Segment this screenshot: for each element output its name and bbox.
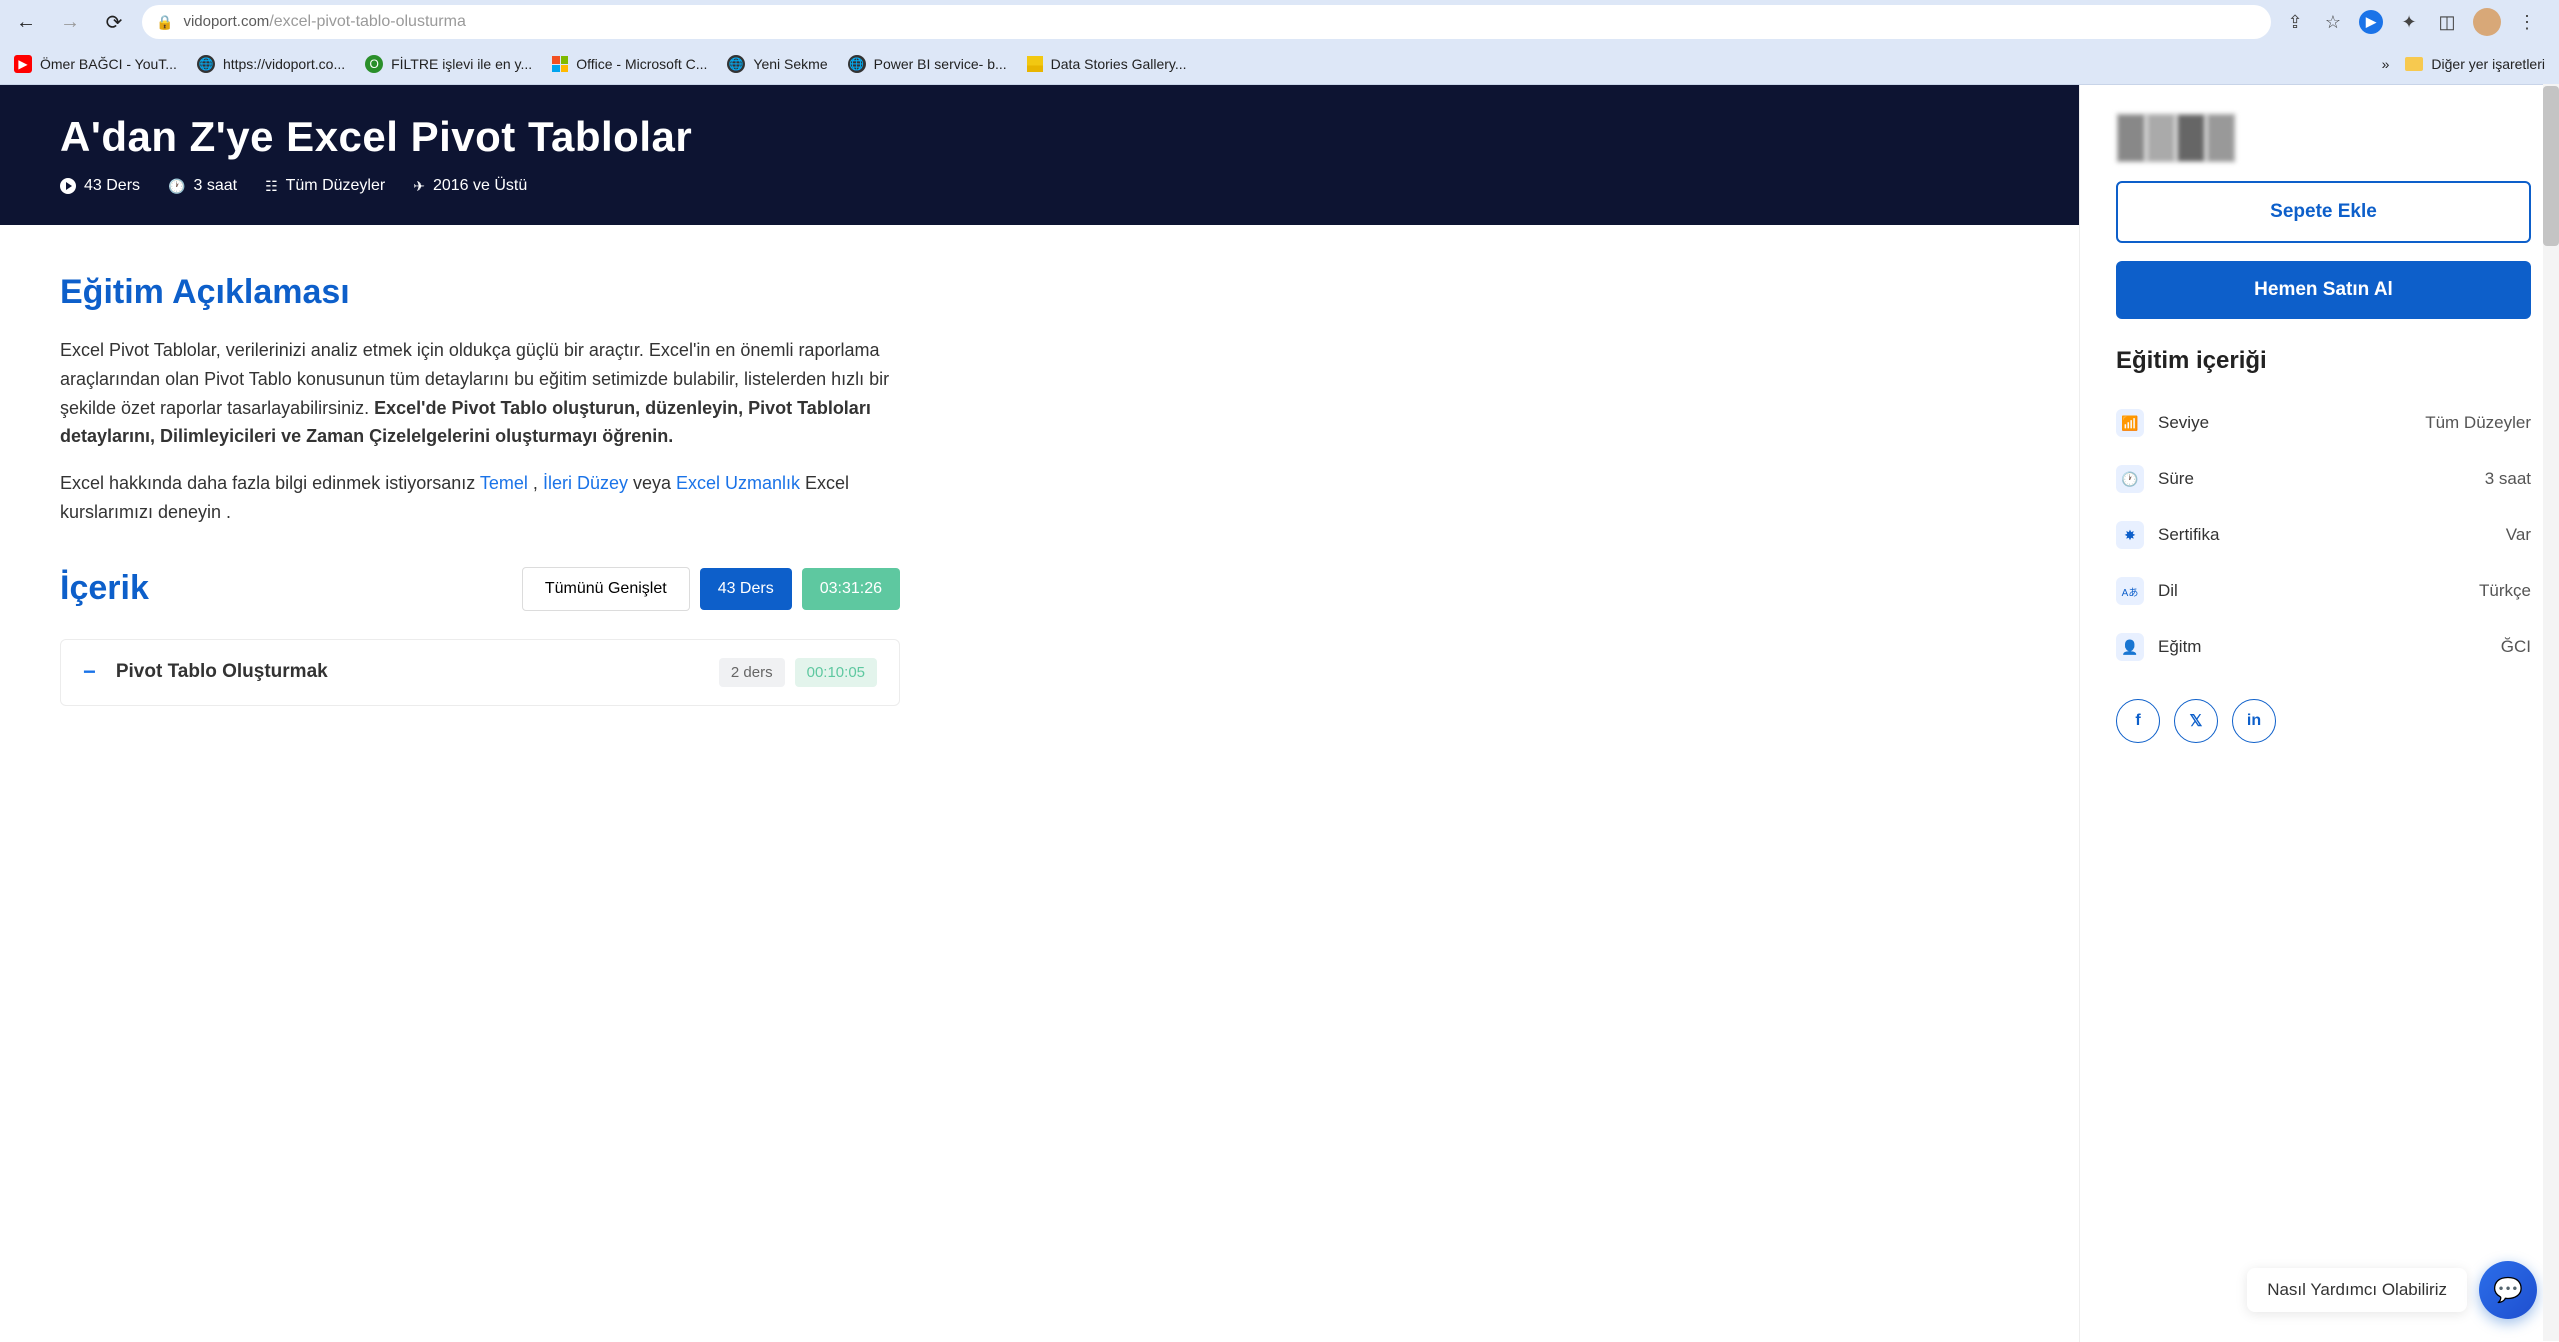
section-title: Pivot Tablo Oluşturmak — [116, 661, 709, 683]
lesson-count-pill: 43 Ders — [700, 568, 792, 610]
expand-all-button[interactable]: Tümünü Genişlet — [522, 567, 690, 611]
other-bookmarks[interactable]: Diğer yer işaretleri — [2405, 56, 2545, 72]
link-ileri[interactable]: İleri Düzey — [543, 473, 628, 493]
bookmark-4[interactable]: Office - Microsoft C... — [552, 56, 707, 72]
course-title: A'dan Z'ye Excel Pivot Tablolar — [60, 113, 2019, 161]
play-icon — [60, 178, 76, 194]
profile-avatar[interactable] — [2473, 8, 2501, 36]
social-links: f 𝕏 in — [2116, 699, 2531, 743]
globe-icon: 🌐 — [197, 55, 215, 73]
sidebar-row-level: 📶SeviyeTüm Düzeyler — [2116, 395, 2531, 451]
rocket-icon: ✈ — [413, 178, 425, 195]
bookmark-1[interactable]: ▶Ömer BAĞCI - YouT... — [14, 55, 177, 73]
clock-icon: 🕐 — [168, 178, 185, 195]
course-thumb — [2116, 113, 2236, 163]
reload-button[interactable]: ⟳ — [98, 6, 130, 38]
meta-version: ✈2016 ve Üstü — [413, 177, 527, 195]
facebook-icon[interactable]: f — [2116, 699, 2160, 743]
meta-duration: 🕐3 saat — [168, 177, 237, 195]
browser-chrome: ← → ⟳ 🔒 vidoport.com/excel-pivot-tablo-o… — [0, 0, 2559, 85]
scrollbar-track[interactable] — [2543, 84, 2559, 1341]
forward-button[interactable]: → — [54, 6, 86, 38]
course-meta: 43 Ders 🕐3 saat ☷Tüm Düzeyler ✈2016 ve Ü… — [60, 177, 2019, 195]
globe-icon: 🌐 — [727, 55, 745, 73]
description-p2: Excel hakkında daha fazla bilgi edinmek … — [60, 469, 900, 527]
badge-icon: ✸ — [2116, 521, 2144, 549]
bookmarks-overflow[interactable]: » — [2382, 56, 2390, 72]
purchase-sidebar: Sepete Ekle Hemen Satın Al Eğitim içeriğ… — [2079, 85, 2559, 1342]
link-temel[interactable]: Temel — [480, 473, 528, 493]
bookmark-2[interactable]: 🌐https://vidoport.co... — [197, 55, 345, 73]
page: A'dan Z'ye Excel Pivot Tablolar 43 Ders … — [0, 85, 2559, 1342]
bookmark-6[interactable]: 🌐Power BI service- b... — [848, 55, 1007, 73]
extensions-icon[interactable]: ✦ — [2397, 10, 2421, 34]
url-host: vidoport.com/excel-pivot-tablo-olusturma — [183, 13, 465, 31]
browser-toolbar: ← → ⟳ 🔒 vidoport.com/excel-pivot-tablo-o… — [0, 0, 2559, 44]
bookmark-3[interactable]: OFİLTRE işlevi ile en y... — [365, 55, 532, 73]
meta-lessons: 43 Ders — [60, 177, 140, 195]
back-button[interactable]: ← — [10, 6, 42, 38]
chat-tooltip: Nasıl Yardımcı Olabiliriz — [2247, 1268, 2467, 1312]
globe-icon: 🌐 — [848, 55, 866, 73]
buy-now-button[interactable]: Hemen Satın Al — [2116, 261, 2531, 319]
section-time: 00:10:05 — [795, 658, 877, 687]
menu-icon[interactable]: ⋮ — [2515, 10, 2539, 34]
section-title-content: İçerik — [60, 569, 522, 608]
sidebar-row-lang: AあDilTürkçe — [2116, 563, 2531, 619]
sidebar-heading: Eğitim içeriği — [2116, 347, 2531, 375]
clock-icon: 🕐 — [2116, 465, 2144, 493]
microsoft-icon — [552, 56, 568, 72]
course-hero: A'dan Z'ye Excel Pivot Tablolar 43 Ders … — [0, 85, 2079, 225]
address-bar[interactable]: 🔒 vidoport.com/excel-pivot-tablo-olustur… — [142, 5, 2271, 39]
section-lesson-count: 2 ders — [719, 658, 785, 687]
main-content: A'dan Z'ye Excel Pivot Tablolar 43 Ders … — [0, 85, 2079, 1342]
bookmark-5[interactable]: 🌐Yeni Sekme — [727, 55, 827, 73]
youtube-icon: ▶ — [14, 55, 32, 73]
minus-icon: − — [83, 659, 96, 685]
language-icon: Aあ — [2116, 577, 2144, 605]
share-icon[interactable]: ⇪ — [2283, 10, 2307, 34]
toolbar-right: ⇪ ☆ ▶ ✦ ◫ ⋮ — [2283, 8, 2549, 36]
meta-level: ☷Tüm Düzeyler — [265, 177, 385, 195]
person-icon: 👤 — [2116, 633, 2144, 661]
twitter-icon[interactable]: 𝕏 — [2174, 699, 2218, 743]
lock-icon: 🔒 — [156, 14, 173, 31]
scrollbar-thumb[interactable] — [2543, 86, 2559, 246]
sidebar-row-duration: 🕐Süre3 saat — [2116, 451, 2531, 507]
site-icon: O — [365, 55, 383, 73]
level-icon: ☷ — [265, 178, 278, 195]
chart-icon: 📶 — [2116, 409, 2144, 437]
bookmarks-bar: ▶Ömer BAĞCI - YouT... 🌐https://vidoport.… — [0, 44, 2559, 84]
powerbi-icon — [1027, 56, 1043, 72]
sidebar-row-cert: ✸SertifikaVar — [2116, 507, 2531, 563]
sidepanel-icon[interactable]: ◫ — [2435, 10, 2459, 34]
link-uzmanlik[interactable]: Excel Uzmanlık — [676, 473, 800, 493]
chat-icon: 💬 — [2493, 1276, 2523, 1305]
folder-icon — [2405, 57, 2423, 71]
content-header: İçerik Tümünü Genişlet 43 Ders 03:31:26 — [60, 567, 900, 611]
bookmark-7[interactable]: Data Stories Gallery... — [1027, 56, 1187, 72]
chat-widget: Nasıl Yardımcı Olabiliriz 💬 — [2247, 1261, 2537, 1319]
star-icon[interactable]: ☆ — [2321, 10, 2345, 34]
chat-button[interactable]: 💬 — [2479, 1261, 2537, 1319]
extension-icon[interactable]: ▶ — [2359, 10, 2383, 34]
section-title-description: Eğitim Açıklaması — [60, 273, 900, 312]
linkedin-icon[interactable]: in — [2232, 699, 2276, 743]
total-time-pill: 03:31:26 — [802, 568, 900, 610]
add-to-cart-button[interactable]: Sepete Ekle — [2116, 181, 2531, 243]
sidebar-row-instructor: 👤EğitmĞCI — [2116, 619, 2531, 675]
content-area: Eğitim Açıklaması Excel Pivot Tablolar, … — [0, 225, 960, 706]
accordion-section-1[interactable]: − Pivot Tablo Oluşturmak 2 ders 00:10:05 — [60, 639, 900, 706]
description-p1: Excel Pivot Tablolar, verilerinizi anali… — [60, 336, 900, 451]
